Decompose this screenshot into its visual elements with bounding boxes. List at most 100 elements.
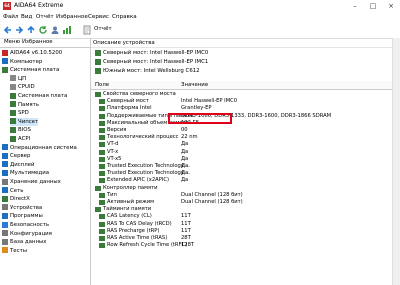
tree-item[interactable]: ACPI [10,135,30,143]
table-row[interactable]: RAS Precharge (tRP) 11T [91,228,400,235]
tree-item[interactable]: Программы [2,212,43,220]
tree-item-label: Хранение данных [10,179,61,185]
property-value: Intel Haswell-EP IMC0 [181,98,238,105]
close-button[interactable]: × [382,0,400,12]
property-field: Trusted Execution Technology ... [107,170,191,177]
property-field: VT-x [107,148,119,155]
back-arrow-icon[interactable] [3,25,13,35]
property-field: VT-d [107,141,119,148]
tree-item-icon [10,75,16,82]
tree-item-label: BIOS [18,127,31,134]
maximize-button[interactable]: □ [364,0,382,12]
navigation-pane: Меню Избранное AIDA64 v6.10.5200 Компьюте… [0,38,91,285]
tree-item-icon [2,238,8,245]
table-row[interactable]: Row Refresh Cycle Time (tRFC) 128T [91,242,400,249]
tree-item[interactable]: Компьютер [2,58,42,66]
tree-item-label: DirectX [10,196,30,203]
tree-item[interactable]: Устройства [2,204,42,212]
property-icon [99,106,105,112]
menu-help[interactable]: Справка [112,14,137,20]
tab-menu[interactable]: Меню [4,39,20,45]
table-row[interactable]: VT-x5 Да [91,156,400,163]
tree-item[interactable]: Дисплей [2,161,34,169]
vertical-scrollbar[interactable] [392,38,400,285]
table-row[interactable]: Платформа Intel Grantley-EP [91,105,400,112]
tree-item[interactable]: DirectX [2,195,30,203]
property-icon [99,128,105,133]
tree-item-icon [10,126,16,133]
tree-item-label: Операционная система [10,144,77,151]
property-field: RAS To CAS Delay (tRCD) [107,220,172,227]
tree-item[interactable]: Конфигурация [2,230,52,238]
property-field: RAS Precharge (tRP) [107,227,160,234]
tree-item[interactable]: Системная плата [2,66,59,74]
table-row[interactable]: VT-d Да [91,141,400,148]
property-icon [99,135,105,141]
menu-view[interactable]: Вид [21,14,32,20]
table-row[interactable]: Trusted Execution Technology ... Да [91,170,400,177]
tree-item-icon [2,169,8,176]
table-row[interactable]: Максимальный объем памяти 192 ГБ [91,120,400,127]
table-row[interactable]: VT-x Да [91,149,400,156]
tree-item-label: Сервер [10,153,31,160]
property-value: Да [181,148,189,155]
nav-tabs: Меню Избранное [0,38,90,48]
tree-item[interactable]: Хранение данных [2,178,61,186]
property-value: 00 [181,127,188,133]
tab-favorites[interactable]: Избранное [22,39,53,45]
table-row[interactable]: CAS Latency (CL) 11T [91,213,400,220]
tree-item[interactable]: Сервер [2,152,30,160]
report-icon[interactable] [82,25,92,35]
property-value: 11T [181,213,191,220]
device-description-header: Описание устройства [91,39,400,48]
table-row[interactable]: Trusted Execution Technology ... Да [91,163,400,170]
up-arrow-icon[interactable] [26,25,36,35]
menu-report[interactable]: Отчёт [36,14,54,20]
property-icon [99,99,105,105]
content-pane: Описание устройства Северный мост: Intel… [91,38,400,285]
section-header[interactable]: Тайминги памяти [91,206,400,213]
user-icon[interactable] [50,25,60,35]
tree-item[interactable]: ЦП [10,75,26,83]
table-row[interactable]: RAS Active Time (tRAS) 28T [91,235,400,242]
tree-item[interactable]: Сеть [2,187,23,195]
property-icon [99,171,105,177]
report-button-label[interactable]: Отчёт [94,26,112,32]
column-header-field[interactable]: Поле [95,81,109,89]
tree-item[interactable]: Чипсет [10,117,39,126]
table-row[interactable]: Тип Dual Channel (128 бит) [91,192,400,199]
refresh-icon[interactable] [38,25,48,35]
table-row[interactable]: Северный мост Intel Haswell-EP IMC0 [91,98,400,105]
tree-item[interactable]: Безопасность [2,221,49,229]
property-value: 128T [181,242,195,249]
tree-item[interactable]: База данных [2,238,46,246]
tree-item[interactable]: Тесты [2,247,27,255]
table-row[interactable]: RAS To CAS Delay (tRCD) 11T [91,221,400,228]
column-header-value[interactable]: Значение [181,81,208,89]
section-label: Контроллер памяти [103,184,158,191]
table-row[interactable]: Поддерживаемые типы памяти DDR3-1066, DDR… [91,113,400,120]
tree-item[interactable]: CPUID [10,83,35,91]
tree-item[interactable]: Память [10,101,39,109]
property-value: Да [181,141,189,148]
tree-item[interactable]: Системная плата [10,92,67,100]
tree-item-icon [2,204,8,211]
chart-icon[interactable] [62,25,72,35]
menu-favorites[interactable]: Избранное [56,14,88,20]
table-header: Поле Значение [91,81,400,90]
section-header[interactable]: Контроллер памяти [91,185,400,192]
tree-item[interactable]: AIDA64 v6.10.5200 [2,49,62,57]
menu-file[interactable]: Файл [3,14,18,20]
menu-service[interactable]: Сервис [88,14,109,20]
chip-icon [95,49,101,56]
tree-item[interactable]: Операционная система [2,144,77,152]
tree-item[interactable]: BIOS [10,126,31,134]
tree-item[interactable]: SPD [10,109,29,117]
table-row[interactable]: Технологический процесс 22 nm [91,134,400,141]
property-value: 11T [181,220,191,227]
minimize-button[interactable]: – [346,0,364,12]
tree-item-label: Чипсет [18,118,39,125]
table-row[interactable]: Extended APIC (x2APIC) Да [91,177,400,184]
forward-arrow-icon[interactable] [14,25,24,35]
tree-item[interactable]: Мультимедиа [2,169,49,177]
